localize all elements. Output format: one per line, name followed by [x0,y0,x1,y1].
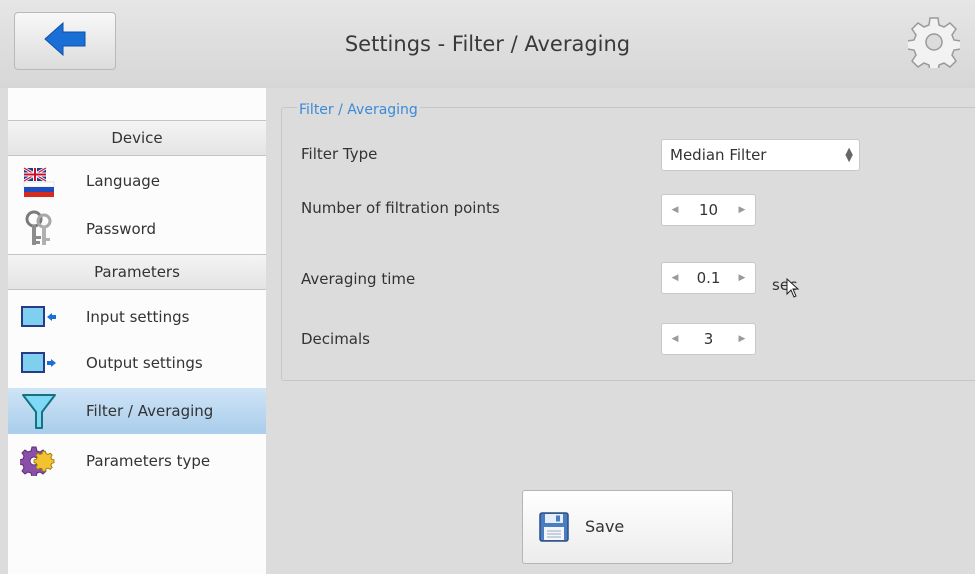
output-monitor-icon [16,351,62,375]
sidebar-item-label: Password [86,220,157,238]
sidebar-item-label: Output settings [86,354,203,372]
back-button[interactable] [14,12,116,70]
filtration-points-label: Number of filtration points [301,199,500,217]
funnel-icon [16,392,62,430]
gear-icon [906,16,962,73]
select-arrows-icon: ▲ ▼ [845,146,853,164]
filter-averaging-group [281,107,975,381]
sidebar-item-output-settings[interactable]: Output settings [8,340,266,386]
sidebar-item-language[interactable]: Language [8,158,266,204]
sidebar-item-input-settings[interactable]: Input settings [8,294,266,340]
decrement-arrow-icon[interactable]: ◀ [664,324,686,354]
sidebar-item-label: Language [86,172,161,190]
decrement-arrow-icon[interactable]: ◀ [664,195,686,225]
page-title: Settings - Filter / Averaging [344,32,631,56]
averaging-time-value: 0.1 [696,269,721,287]
increment-arrow-icon[interactable]: ▶ [731,263,753,293]
increment-arrow-icon[interactable]: ▶ [731,195,753,225]
sidebar-item-password[interactable]: Password [8,206,266,252]
sidebar-item-filter-averaging[interactable]: Filter / Averaging [8,388,266,434]
decrement-arrow-icon[interactable]: ◀ [664,263,686,293]
settings-button[interactable] [906,16,962,73]
flags-icon [16,164,62,198]
title-bar: Settings - Filter / Averaging [0,0,975,88]
averaging-time-spinner[interactable]: ◀ 0.1 ▶ [661,262,756,294]
sidebar-item-label: Parameters type [86,452,211,470]
sidebar-item-label: Filter / Averaging [86,402,214,420]
increment-arrow-icon[interactable]: ▶ [731,324,753,354]
decimals-value: 3 [703,330,714,348]
sidebar-item-label: Input settings [86,308,190,326]
save-button-label: Save [585,517,625,536]
filtration-points-spinner[interactable]: ◀ 10 ▶ [661,194,756,226]
section-header-device: Device [8,120,266,156]
keys-icon [16,210,62,248]
gears-icon [16,446,62,476]
sidebar-item-parameters-type[interactable]: Parameters type [8,438,266,484]
floppy-disk-icon [539,512,569,546]
decimals-spinner[interactable]: ◀ 3 ▶ [661,323,756,355]
decimals-label: Decimals [301,330,370,348]
save-button[interactable]: Save [522,490,733,564]
filter-type-value: Median Filter [670,146,767,164]
filter-type-label: Filter Type [301,145,378,163]
group-title: Filter / Averaging [297,100,420,120]
mouse-pointer-icon [786,277,800,302]
input-monitor-icon [16,305,62,329]
filter-type-select[interactable]: Median Filter ▲ ▼ [661,139,860,171]
sidebar: Device Language Password Parameters Inpu… [8,88,266,574]
filtration-points-value: 10 [698,201,719,219]
arrow-left-icon [43,21,87,61]
section-header-parameters: Parameters [8,254,266,290]
averaging-time-label: Averaging time [301,270,416,288]
